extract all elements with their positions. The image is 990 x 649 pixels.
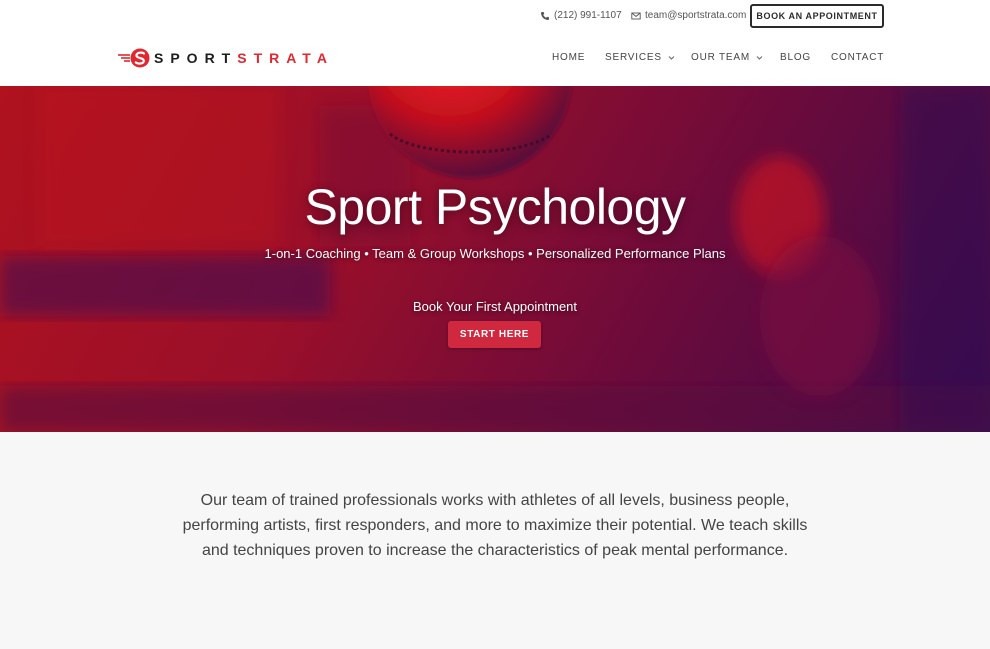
- envelope-icon: [631, 12, 641, 19]
- logo-word-strata: STRATA: [237, 50, 334, 66]
- nav-item-blog[interactable]: BLOG: [780, 52, 811, 63]
- logo-wordmark: SPORTSTRATA: [154, 50, 334, 66]
- nav-item-label: BLOG: [780, 52, 811, 63]
- sportstrata-logo-icon: [118, 48, 150, 68]
- nav-item-label: SERVICES: [605, 52, 662, 63]
- book-appointment-button[interactable]: BOOK AN APPOINTMENT: [750, 4, 884, 28]
- nav-item-label: HOME: [552, 52, 586, 63]
- phone-icon: [541, 11, 549, 20]
- email-address: team@sportstrata.com: [645, 10, 747, 21]
- nav-item-label: OUR TEAM: [691, 52, 750, 63]
- nav-item-our-team[interactable]: OUR TEAM: [691, 52, 763, 63]
- hero-subtitle: 1-on-1 Coaching • Team & Group Workshops…: [264, 246, 726, 261]
- chevron-down-icon: [756, 56, 763, 60]
- site-logo[interactable]: SPORTSTRATA: [118, 46, 334, 70]
- start-here-button[interactable]: START HERE: [448, 321, 541, 348]
- logo-word-sport: SPORT: [154, 50, 238, 66]
- email-contact[interactable]: team@sportstrata.com: [631, 10, 746, 21]
- nav-item-contact[interactable]: CONTACT: [831, 52, 884, 63]
- phone-number: (212) 991-1107: [554, 10, 622, 21]
- site-header: SPORTSTRATA HOME SERVICES OUR TEAM BLOG …: [0, 34, 990, 86]
- intro-paragraph: Our team of trained professionals works …: [182, 492, 808, 559]
- nav-item-label: CONTACT: [831, 52, 885, 63]
- phone-contact[interactable]: (212) 991-1107: [540, 10, 622, 21]
- hero-cta-label: Book Your First Appointment: [412, 299, 578, 314]
- nav-item-home[interactable]: HOME: [552, 52, 585, 63]
- nav-item-services[interactable]: SERVICES: [605, 52, 675, 63]
- hero-section: Sport Psychology 1-on-1 Coaching • Team …: [0, 86, 990, 432]
- hero-title: Sport Psychology: [304, 179, 686, 235]
- chevron-down-icon: [668, 56, 675, 60]
- top-utility-bar: (212) 991-1107 team@sportstrata.com BOOK…: [0, 0, 990, 34]
- intro-section: Our team of trained professionals works …: [0, 432, 990, 649]
